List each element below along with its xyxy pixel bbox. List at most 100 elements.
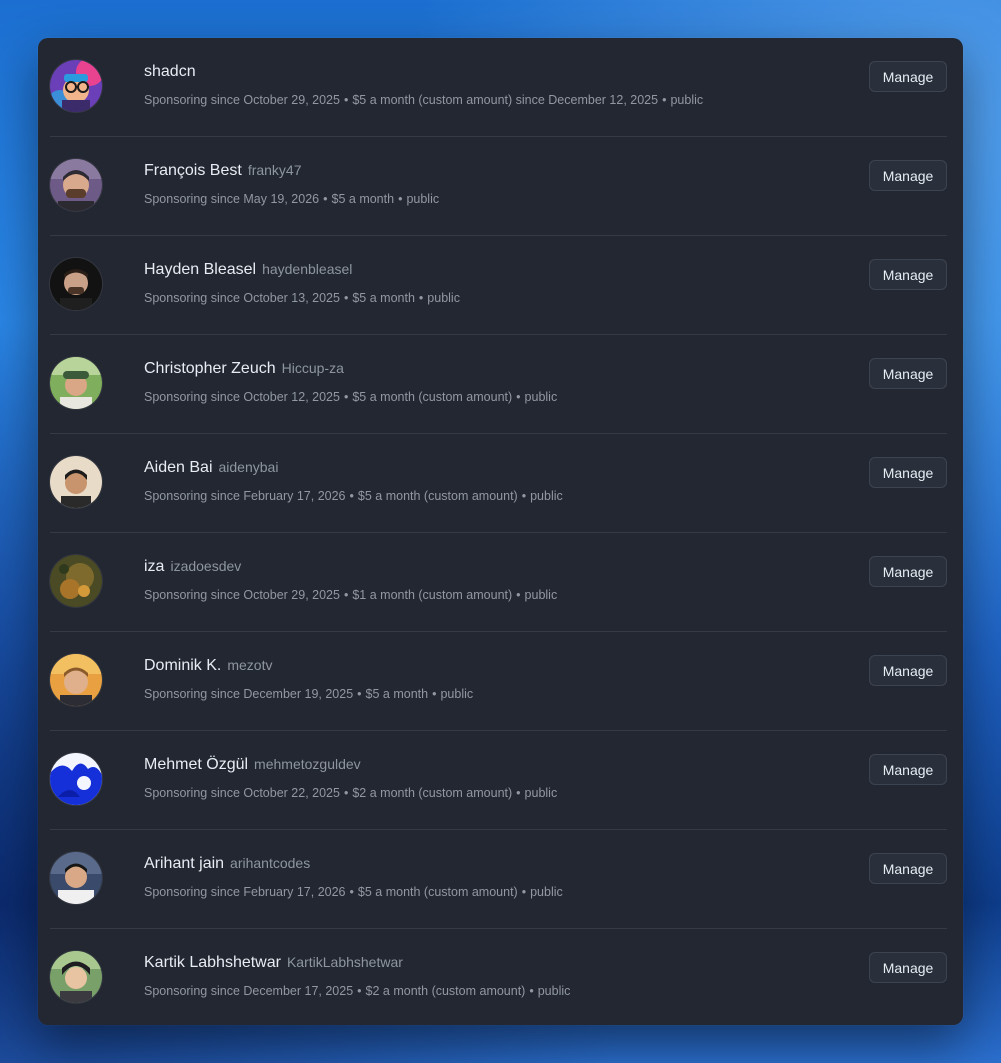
haydenbleasel-avatar-icon[interactable]	[50, 258, 102, 310]
separator-dot: •	[521, 885, 527, 899]
separator-dot: •	[516, 786, 521, 800]
sponsor-since: Sponsoring since October 29, 2025	[144, 93, 340, 107]
hiccup-za-avatar-icon[interactable]	[50, 357, 102, 409]
sponsor-visibility: public	[524, 786, 558, 800]
sponsor-login[interactable]: franky47	[248, 162, 302, 178]
sponsor-meta: Sponsoring since February 17, 2026 • $5 a …	[144, 885, 563, 899]
sponsor-name[interactable]: Hayden Bleasel	[144, 261, 256, 278]
separator-dot: •	[516, 588, 521, 602]
franky47-avatar-icon[interactable]	[50, 159, 102, 211]
separator-dot: •	[343, 93, 349, 107]
sponsor-row: Christopher Zeuch Hiccup-za Sponsoring si…	[50, 335, 947, 434]
sponsor-login[interactable]: Hiccup-za	[282, 360, 344, 376]
sponsor-since: Sponsoring since December 19, 2025	[144, 687, 354, 701]
mezotv-avatar-icon[interactable]	[50, 654, 102, 706]
arihantcodes-avatar-icon[interactable]	[50, 852, 102, 904]
sponsor-row: François Best franky47 Sponsoring since M…	[50, 137, 947, 236]
aidenybai-avatar-icon[interactable]	[50, 456, 102, 508]
manage-button[interactable]: Manage	[869, 358, 947, 389]
sponsor-visibility: public	[427, 291, 460, 305]
manage-button[interactable]: Manage	[869, 952, 947, 983]
separator-dot: •	[357, 687, 362, 701]
separator-dot: •	[343, 588, 349, 602]
sponsor-name[interactable]: iza	[144, 558, 164, 575]
sponsor-meta: Sponsoring since October 29, 2025 • $5 a m…	[144, 93, 703, 107]
sponsor-tier: $5 a month (custom amount)	[357, 489, 518, 503]
sponsor-meta: Sponsoring since October 13, 2025 • $5 a m…	[144, 291, 460, 305]
sponsor-tier: $5 a month	[352, 291, 415, 305]
manage-button[interactable]: Manage	[869, 655, 947, 686]
manage-button[interactable]: Manage	[869, 61, 947, 92]
sponsor-name[interactable]: shadcn	[144, 63, 196, 80]
sponsor-since: Sponsoring since February 17, 2026	[144, 489, 346, 503]
sponsor-tier: $1 a month (custom amount)	[352, 588, 513, 602]
sponsor-login[interactable]: arihantcodes	[230, 855, 310, 871]
sponsor-since: Sponsoring since October 29, 2025	[144, 588, 340, 602]
sponsor-row: Dominik K. mezotv Sponsoring since Decemb…	[50, 632, 947, 731]
sponsor-login[interactable]: haydenbleasel	[262, 261, 352, 277]
sponsor-row: shadcn Sponsoring since October 29, 2025…	[50, 38, 947, 137]
separator-dot: •	[343, 291, 349, 305]
separator-dot: •	[343, 786, 349, 800]
sponsor-since: Sponsoring since October 12, 2025	[144, 390, 340, 404]
sponsor-tier: $5 a month (custom amount)	[357, 885, 518, 899]
sponsor-since: Sponsoring since October 13, 2025	[144, 291, 340, 305]
separator-dot: •	[529, 984, 534, 998]
sponsor-tier: $5 a month (custom amount) since Decembe…	[352, 93, 659, 107]
sponsor-meta: Sponsoring since December 19, 2025 • $5 a …	[144, 687, 473, 701]
manage-button[interactable]: Manage	[869, 457, 947, 488]
sponsor-meta: Sponsoring since October 22, 2025 • $2 a m…	[144, 786, 557, 800]
sponsor-row: Arihant jain arihantcodes Sponsoring sinc…	[50, 830, 947, 929]
separator-dot: •	[521, 489, 527, 503]
sponsor-tier: $5 a month	[365, 687, 429, 701]
sponsor-login[interactable]: mezotv	[227, 657, 272, 673]
sponsor-visibility: public	[530, 489, 563, 503]
sponsor-tier: $2 a month (custom amount)	[365, 984, 526, 998]
sponsor-name[interactable]: Aiden Bai	[144, 459, 213, 476]
sponsorships-list: shadcn Sponsoring since October 29, 2025…	[38, 38, 963, 1025]
manage-button[interactable]: Manage	[869, 556, 947, 587]
sponsor-visibility: public	[670, 93, 704, 107]
separator-dot: •	[516, 390, 521, 404]
sponsor-visibility: public	[440, 687, 474, 701]
sponsor-visibility: public	[406, 192, 440, 206]
mehmetozguldev-avatar-icon[interactable]	[50, 753, 102, 805]
sponsor-since: Sponsoring since December 17, 2025	[144, 984, 354, 998]
manage-button[interactable]: Manage	[869, 160, 947, 191]
manage-button[interactable]: Manage	[869, 259, 947, 290]
sponsor-name[interactable]: Kartik Labhshetwar	[144, 954, 281, 971]
sponsor-login[interactable]: aidenybai	[219, 459, 279, 475]
sponsor-since: Sponsoring since February 17, 2026	[144, 885, 346, 899]
separator-dot: •	[418, 291, 424, 305]
sponsor-meta: Sponsoring since October 12, 2025 • $5 a m…	[144, 390, 557, 404]
sponsor-name[interactable]: Dominik K.	[144, 657, 221, 674]
sponsor-login[interactable]: izadoesdev	[170, 558, 241, 574]
sponsor-row: iza izadoesdev Sponsoring since October 2…	[50, 533, 947, 632]
sponsor-name[interactable]: Arihant jain	[144, 855, 224, 872]
separator-dot: •	[349, 489, 354, 503]
manage-button[interactable]: Manage	[869, 754, 947, 785]
separator-dot: •	[662, 93, 667, 107]
shadcn-avatar-icon[interactable]	[50, 60, 102, 112]
sponsor-visibility: public	[530, 885, 563, 899]
sponsor-meta: Sponsoring since October 29, 2025 • $1 a m…	[144, 588, 557, 602]
sponsor-login[interactable]: KartikLabhshetwar	[287, 954, 403, 970]
sponsor-name[interactable]: Mehmet Özgül	[144, 756, 248, 773]
sponsor-since: Sponsoring since May 19, 2026	[144, 192, 320, 206]
separator-dot: •	[343, 390, 349, 404]
sponsor-tier: $5 a month	[331, 192, 395, 206]
izadoesdev-avatar-icon[interactable]	[50, 555, 102, 607]
manage-button[interactable]: Manage	[869, 853, 947, 884]
sponsor-row: Mehmet Özgül mehmetozguldev Sponsoring si…	[50, 731, 947, 830]
separator-dot: •	[398, 192, 403, 206]
sponsor-login[interactable]: mehmetozguldev	[254, 756, 361, 772]
sponsor-row: Aiden Bai aidenybai Sponsoring since Febr…	[50, 434, 947, 533]
kartiklabhshetwar-avatar-icon[interactable]	[50, 951, 102, 1003]
sponsor-visibility: public	[524, 390, 558, 404]
sponsor-name[interactable]: Christopher Zeuch	[144, 360, 276, 377]
sponsor-name[interactable]: François Best	[144, 162, 242, 179]
separator-dot: •	[323, 192, 328, 206]
sponsor-row: Hayden Bleasel haydenbleasel Sponsoring s…	[50, 236, 947, 335]
sponsor-visibility: public	[524, 588, 558, 602]
sponsor-tier: $5 a month (custom amount)	[352, 390, 513, 404]
